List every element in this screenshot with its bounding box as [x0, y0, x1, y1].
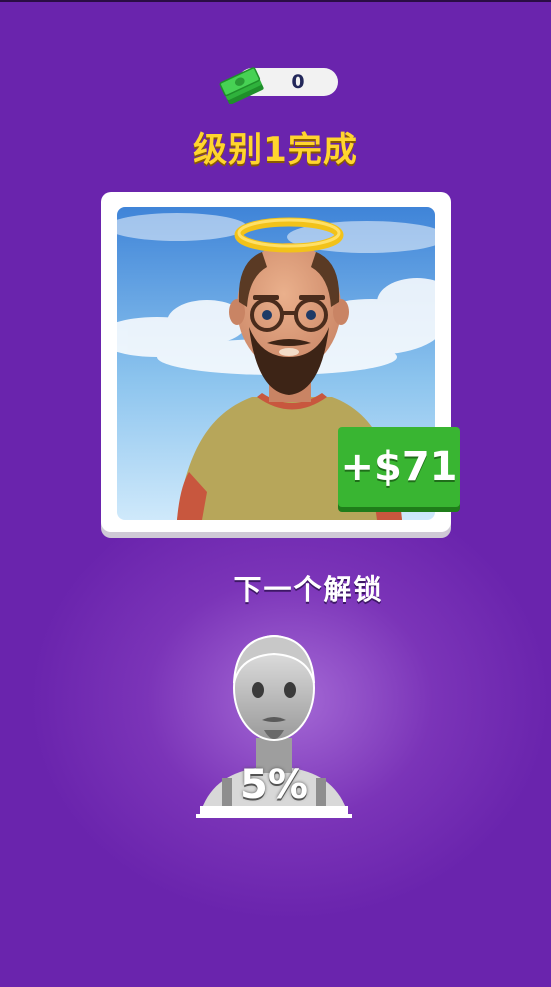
- reward-amount: +$71: [340, 444, 458, 490]
- level-complete-title: 级别1完成: [193, 130, 358, 170]
- cash-stack-icon: [219, 67, 264, 104]
- next-unlock-label: 下一个解锁: [233, 573, 384, 606]
- top-edge: [0, 0, 551, 2]
- unlock-progress-percent: 5%: [240, 762, 308, 808]
- currency-amount: 0: [291, 71, 305, 93]
